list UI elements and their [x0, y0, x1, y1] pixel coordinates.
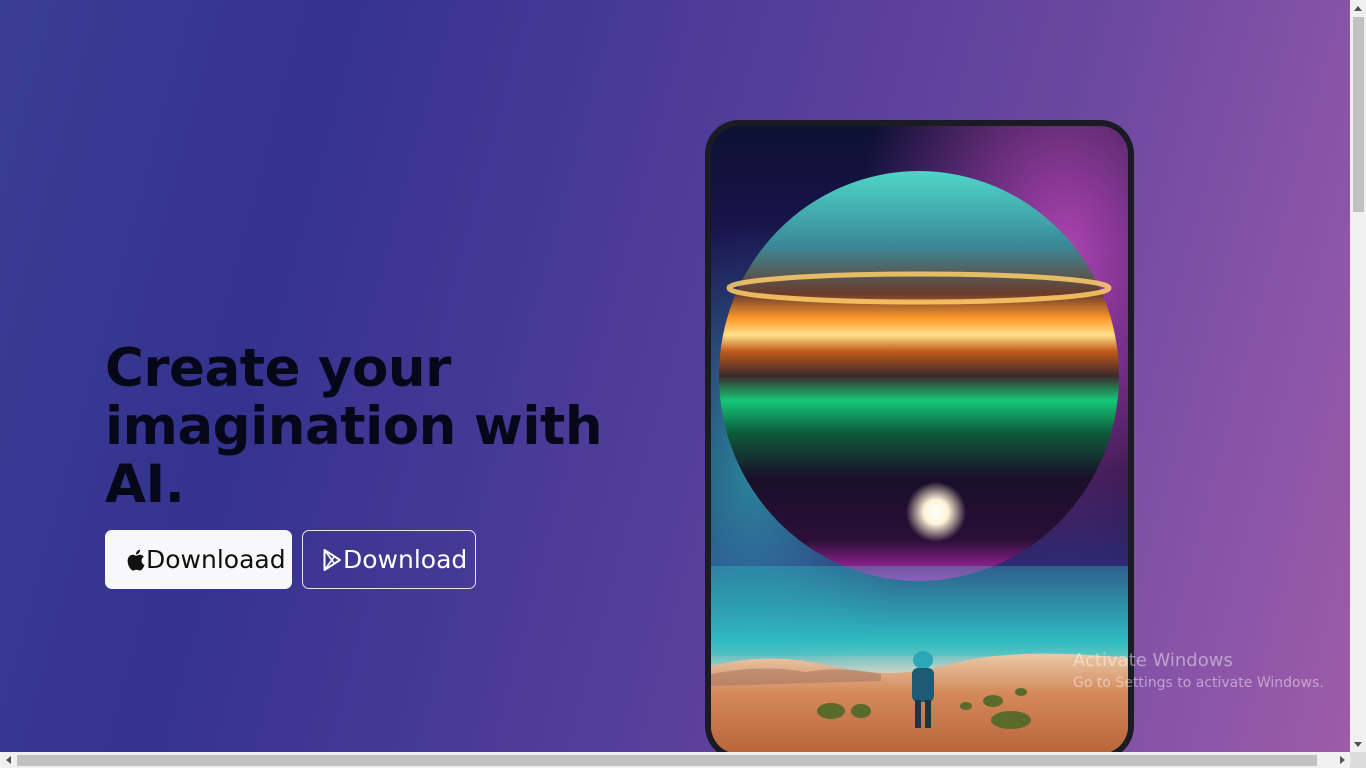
app-store-download-button[interactable]: Downloaad [105, 530, 292, 589]
scrollbar-corner [1350, 752, 1366, 768]
watermark-subtitle: Go to Settings to activate Windows. [1073, 675, 1324, 691]
landing-page: Create your imagination with AI. Downloa… [0, 0, 1350, 752]
download-buttons: Downloaad Download [105, 530, 476, 589]
horizontal-scrollbar[interactable] [0, 752, 1350, 768]
hero-headline: Create your imagination with AI. [105, 338, 603, 515]
vertical-scroll-thumb[interactable] [1353, 17, 1364, 212]
phone-screen-artwork [711, 126, 1128, 752]
app-store-download-label: Downloaad [146, 545, 286, 574]
scroll-down-arrow-icon[interactable] [1350, 736, 1366, 752]
planet-astronaut-illustration [711, 126, 1128, 752]
play-store-icon [323, 548, 342, 572]
scroll-up-arrow-icon[interactable] [1350, 0, 1366, 16]
apple-icon [126, 548, 145, 572]
scroll-left-arrow-icon[interactable] [0, 752, 16, 768]
phone-mockup [705, 120, 1134, 752]
play-store-download-button[interactable]: Download [302, 530, 476, 589]
play-store-download-label: Download [343, 545, 468, 574]
vertical-scrollbar[interactable] [1350, 0, 1366, 752]
scroll-right-arrow-icon[interactable] [1334, 752, 1350, 768]
watermark-title: Activate Windows [1073, 650, 1233, 671]
horizontal-scroll-thumb[interactable] [17, 755, 1317, 766]
windows-activation-watermark: Activate Windows Go to Settings to activ… [1073, 650, 1324, 691]
